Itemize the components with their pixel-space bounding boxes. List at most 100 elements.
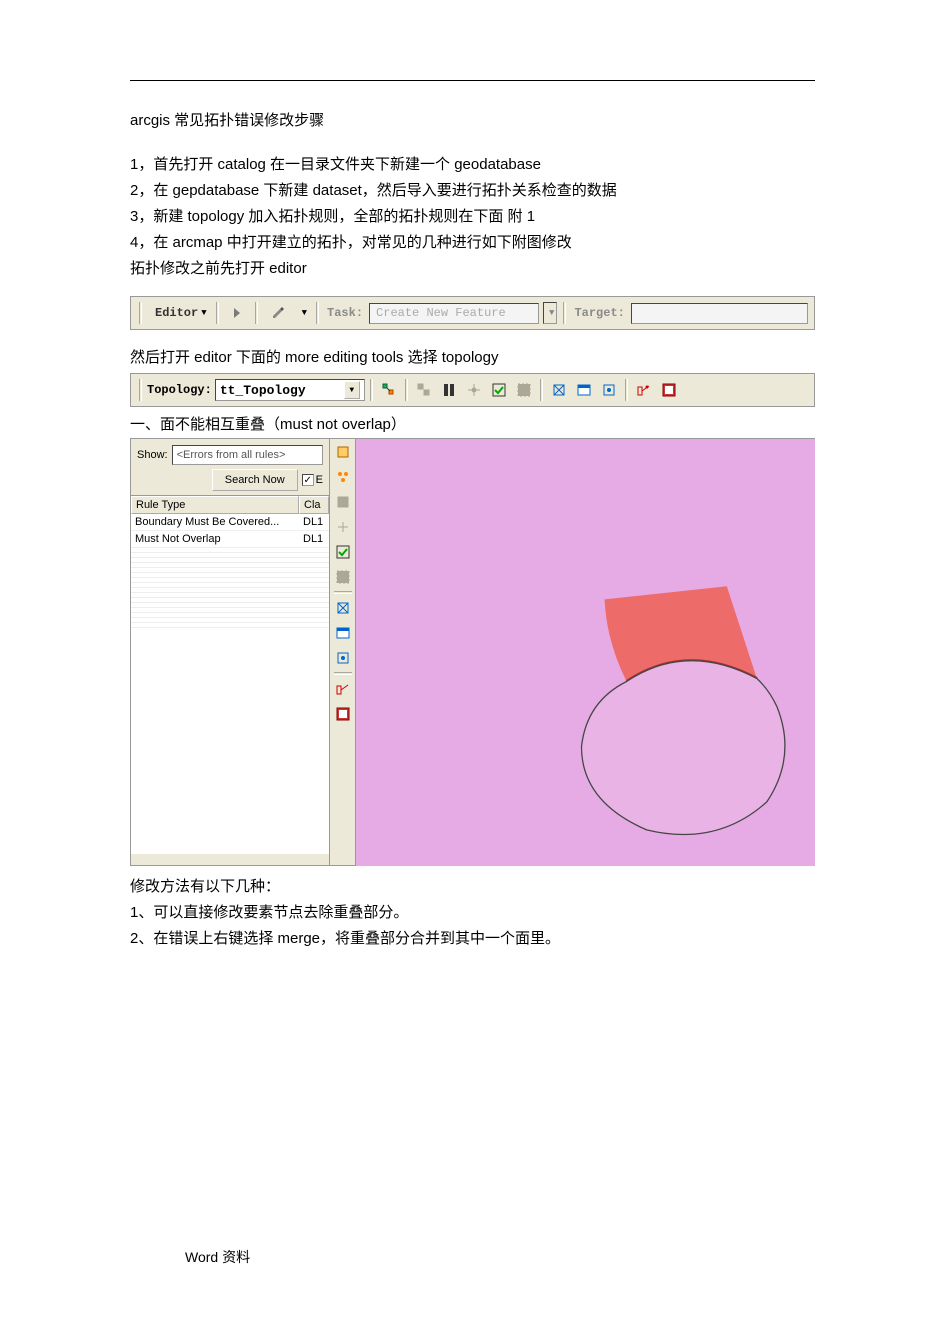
topology-layers-button[interactable] — [658, 379, 680, 401]
tool-button[interactable] — [332, 622, 354, 644]
edit-pointer-button[interactable] — [225, 302, 249, 324]
task-dropdown[interactable]: Create New Feature — [369, 303, 539, 324]
task-dropdown-caret[interactable]: ▼ — [543, 302, 557, 324]
tool-button[interactable] — [332, 541, 354, 563]
disabled-tool-icon — [335, 519, 351, 535]
map-drawing — [356, 439, 815, 866]
planarize-icon — [466, 382, 482, 398]
page-footer: Word 资料 — [185, 1247, 250, 1267]
topology-value: tt_Topology — [220, 383, 306, 398]
topology-label: Topology: — [147, 383, 212, 397]
map-canvas[interactable] — [356, 438, 815, 866]
step-line: 4，在 arcmap 中打开建立的拓扑，对常见的几种进行如下附图修改 — [130, 230, 815, 256]
fix-error-tool-button[interactable] — [548, 379, 570, 401]
document-title: arcgis 常见拓扑错误修改步骤 — [130, 109, 815, 130]
toolbar-separator — [405, 379, 408, 401]
topology-toolbar: Topology: tt_Topology ▼ — [130, 373, 815, 407]
figure-container: Show: <Errors from all rules> Search Now… — [130, 438, 815, 866]
step-line: 3，新建 topology 加入拓扑规则，全部的拓扑规则在下面 附 1 — [130, 204, 815, 230]
toolbar-separator — [370, 379, 373, 401]
fix-line: 2、在错误上右键选择 merge，将重叠部分合并到其中一个面里。 — [130, 926, 815, 952]
show-icon — [335, 650, 351, 666]
topology-edit-tool-button[interactable] — [378, 379, 400, 401]
sketch-tool-button[interactable] — [264, 302, 292, 324]
cell-rule: Must Not Overlap — [131, 531, 299, 547]
cell-class: DL1 — [299, 531, 329, 547]
errors-only-checkbox[interactable]: ✓ E — [302, 474, 323, 486]
construct-icon — [441, 382, 457, 398]
tool-button[interactable] — [332, 703, 354, 725]
topology-layers-icon — [661, 382, 677, 398]
sketch-tool-dropdown[interactable]: ▼ — [296, 302, 310, 324]
table-row[interactable]: Must Not Overlap DL1 — [131, 531, 329, 548]
target-label: Target: — [572, 306, 626, 320]
show-errors-icon — [601, 382, 617, 398]
error-inspector-button[interactable] — [573, 379, 595, 401]
fix-methods-block: 修改方法有以下几种： 1、可以直接修改要素节点去除重叠部分。 2、在错误上右键选… — [130, 874, 815, 952]
page-top-rule — [130, 80, 815, 81]
tool-button[interactable] — [332, 597, 354, 619]
construct-features-button[interactable] — [438, 379, 460, 401]
show-errors-button[interactable] — [598, 379, 620, 401]
dropdown-caret-icon: ▼ — [344, 381, 360, 399]
edit-tool-icon — [335, 444, 351, 460]
validate-selection-button[interactable] — [513, 379, 535, 401]
tool-button[interactable] — [332, 466, 354, 488]
inspector-icon — [335, 625, 351, 641]
tool-button[interactable] — [332, 491, 354, 513]
toolbar-separator — [255, 302, 258, 324]
pre-editor-note: 拓扑修改之前先打开 editor — [130, 256, 815, 282]
disabled-tool-icon — [335, 569, 351, 585]
tool-button[interactable] — [332, 678, 354, 700]
dropdown-caret-icon: ▼ — [201, 308, 206, 318]
dropdown-caret-icon: ▼ — [549, 308, 554, 318]
map-topology-button[interactable] — [413, 379, 435, 401]
toolstrip-separator — [334, 591, 352, 594]
table-header: Rule Type Cla — [131, 496, 329, 514]
toolbar-separator — [540, 379, 543, 401]
error-inspector-icon — [576, 382, 592, 398]
fix-line: 1、可以直接修改要素节点去除重叠部分。 — [130, 900, 815, 926]
tool-button[interactable] — [332, 516, 354, 538]
error-inspector-panel: Show: <Errors from all rules> Search Now… — [130, 438, 330, 866]
target-dropdown[interactable] — [631, 303, 808, 324]
search-now-button[interactable]: Search Now — [212, 469, 298, 491]
pencil-icon — [271, 306, 285, 320]
topology-edit-icon — [381, 382, 397, 398]
topology-select[interactable]: tt_Topology ▼ — [215, 379, 365, 401]
section-heading: 一、面不能相互重叠（must not overlap） — [130, 413, 815, 434]
fix-heading: 修改方法有以下几种： — [130, 874, 815, 900]
pointer-icon — [234, 308, 240, 318]
show-label: Show: — [137, 449, 168, 461]
toolbar-grip — [139, 379, 142, 401]
tool-button[interactable] — [332, 566, 354, 588]
steps-block: 1，首先打开 catalog 在一目录文件夹下新建一个 geodatabase … — [130, 152, 815, 282]
disabled-tool-icon — [335, 494, 351, 510]
table-row[interactable]: Boundary Must Be Covered... DL1 — [131, 514, 329, 531]
toolbar-separator — [316, 302, 319, 324]
toolbar-separator — [625, 379, 628, 401]
shared-icon — [335, 681, 351, 697]
task-value: Create New Feature — [376, 306, 506, 320]
rule-filter-dropdown[interactable]: <Errors from all rules> — [172, 445, 323, 465]
table-row[interactable] — [131, 623, 329, 628]
tool-button[interactable] — [332, 441, 354, 463]
shared-edit-button[interactable] — [633, 379, 655, 401]
validate-extent-button[interactable] — [488, 379, 510, 401]
map-topology-icon — [416, 382, 432, 398]
fix-icon — [335, 600, 351, 616]
toolbar-separator — [216, 302, 219, 324]
col-rule-type[interactable]: Rule Type — [131, 496, 299, 514]
col-class[interactable]: Cla — [299, 496, 329, 514]
editor-toolbar: Editor ▼ ▼ Task: Create New Feature ▼ Ta… — [130, 296, 815, 330]
post-editor-note: 然后打开 editor 下面的 more editing tools 选择 to… — [130, 346, 815, 367]
tool-button[interactable] — [332, 647, 354, 669]
shared-edit-icon — [636, 382, 652, 398]
validate-selection-icon — [516, 382, 532, 398]
layers-icon — [335, 706, 351, 722]
planarize-button[interactable] — [463, 379, 485, 401]
toolstrip-separator — [334, 672, 352, 675]
validate-extent-icon — [491, 382, 507, 398]
editor-menu-button[interactable]: Editor ▼ — [148, 302, 210, 324]
errors-only-label: E — [316, 474, 323, 486]
